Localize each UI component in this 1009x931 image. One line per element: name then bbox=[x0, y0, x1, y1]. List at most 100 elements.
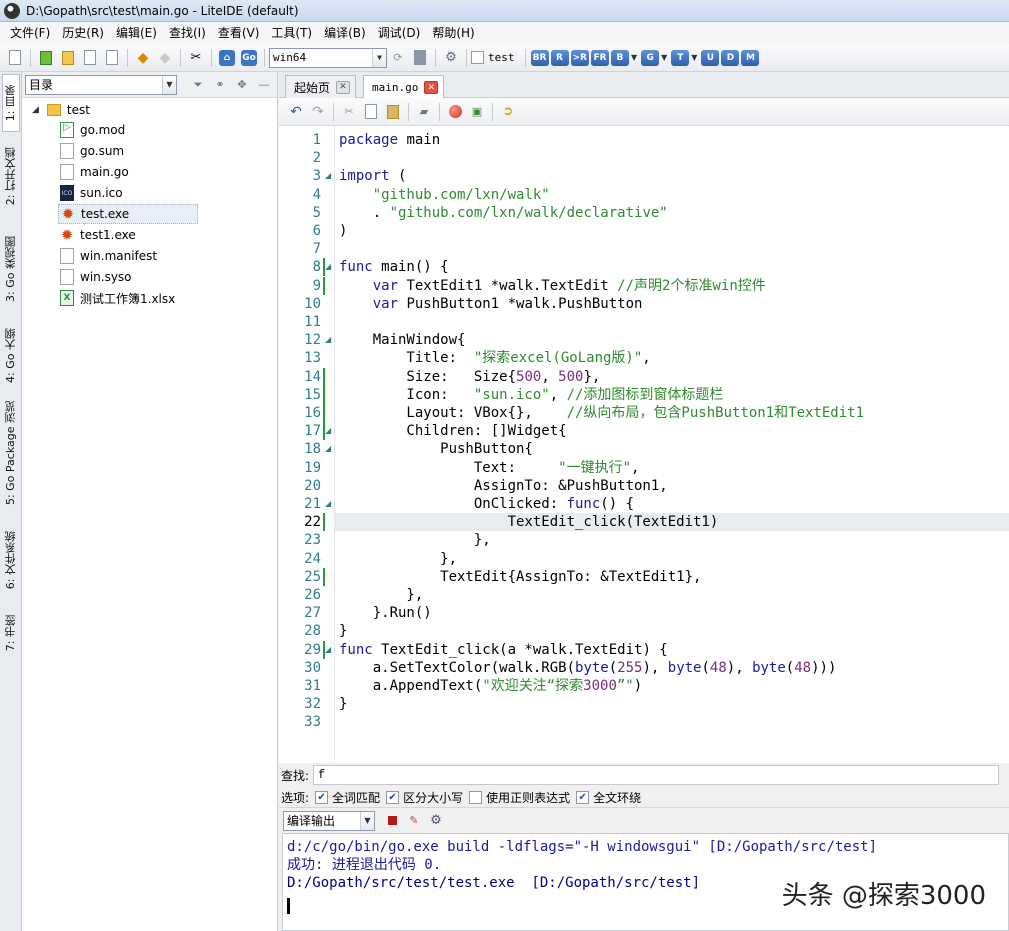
sidebar-tab-class-view[interactable]: 3: Go 类视图 bbox=[2, 222, 20, 316]
goto-button[interactable]: ▣ bbox=[468, 103, 486, 121]
sidebar-tab-package-browser[interactable]: 5: Go Package 浏览 bbox=[2, 394, 20, 512]
menu-find[interactable]: 查找(I) bbox=[163, 22, 212, 44]
line-number: 21 bbox=[304, 496, 321, 512]
collapse-button[interactable]: — bbox=[255, 76, 273, 94]
run-term-button[interactable]: >R bbox=[570, 49, 589, 66]
output-settings-button[interactable]: ⚙ bbox=[427, 812, 445, 830]
tree-item-main-go[interactable]: main.go bbox=[60, 162, 129, 182]
get-button[interactable]: G bbox=[641, 49, 660, 66]
breakpoint-button[interactable] bbox=[446, 103, 464, 121]
build-output[interactable]: d:/c/go/bin/go.exe build -ldflags="-H wi… bbox=[282, 833, 1009, 931]
sidebar-tab-filesystem[interactable]: 6: 文件系统 bbox=[2, 518, 20, 602]
save-button[interactable] bbox=[81, 49, 99, 67]
line-number: 16 bbox=[304, 405, 321, 421]
chevron-down-icon[interactable]: ▼ bbox=[631, 53, 637, 62]
regex-option[interactable]: 使用正则表达式 bbox=[469, 789, 570, 806]
sidebar-tab-open-docs[interactable]: 2: 打开文档 bbox=[2, 136, 20, 216]
wrap-around-checkbox[interactable]: ✔ bbox=[576, 790, 590, 804]
whole-word-checkbox[interactable]: ✔ bbox=[315, 790, 329, 804]
test-checkbox[interactable] bbox=[471, 51, 484, 64]
run-button[interactable]: R bbox=[550, 49, 569, 66]
output-select[interactable]: 编译输出 ▼ bbox=[283, 810, 375, 831]
menu-file[interactable]: 文件(F) bbox=[4, 22, 56, 44]
back-button[interactable]: ◆ bbox=[134, 49, 152, 67]
test-button[interactable]: T bbox=[671, 49, 690, 66]
tree-item-xlsx[interactable]: X 测试工作簿1.xlsx bbox=[60, 288, 175, 308]
close-icon[interactable]: ✕ bbox=[424, 81, 439, 94]
make-button[interactable]: M bbox=[741, 49, 760, 66]
menu-tools[interactable]: 工具(T) bbox=[265, 22, 318, 44]
tree-item-go-mod[interactable]: go.mod bbox=[60, 120, 125, 140]
filter-button[interactable]: ⏷ bbox=[189, 76, 207, 94]
open-file-button[interactable] bbox=[37, 49, 55, 67]
debug-button[interactable]: D bbox=[721, 49, 740, 66]
build-button[interactable]: B bbox=[610, 49, 629, 66]
new-file-button[interactable] bbox=[6, 49, 24, 67]
fold-toggle-icon[interactable]: ◢ bbox=[325, 331, 331, 349]
code-editor[interactable]: 1 2 3 ◢ 4 5 6 7 8 ◢ 9 10 11 12 ◢ 13 14 15 16 17 ◢ 18 ◢ 19 20 21 ◢ 2… bbox=[279, 126, 1009, 763]
stop-button[interactable] bbox=[383, 812, 401, 830]
tab-start-page[interactable]: 起始页 ✕ bbox=[285, 75, 357, 98]
menu-help[interactable]: 帮助(H) bbox=[426, 22, 480, 44]
fold-toggle-icon[interactable]: ◢ bbox=[325, 167, 331, 185]
toolbar-separator bbox=[30, 48, 31, 67]
view-select[interactable]: 目录 ▼ bbox=[25, 74, 177, 95]
window-title: D:\Gopath\src\test\main.go - LiteIDE (de… bbox=[26, 3, 299, 18]
tree-item-test1-exe[interactable]: ✹ test1.exe bbox=[60, 225, 136, 245]
output-line: 成功: 进程退出代码 0. bbox=[287, 857, 442, 873]
undo-button[interactable]: ↶ bbox=[287, 103, 305, 121]
menu-debug[interactable]: 调试(D) bbox=[372, 22, 427, 44]
close-icon[interactable]: ✕ bbox=[336, 80, 351, 94]
line-number: 22 bbox=[304, 514, 321, 531]
find-input[interactable] bbox=[313, 765, 1000, 785]
build-config-button[interactable]: ⚙ bbox=[442, 49, 460, 67]
fold-toggle-icon[interactable]: ◢ bbox=[325, 422, 331, 440]
home-button[interactable]: ⌂ bbox=[218, 49, 236, 67]
update-button[interactable]: U bbox=[701, 49, 720, 66]
save-all-button[interactable] bbox=[103, 49, 121, 67]
sidebar-tab-bookmarks[interactable]: 7: 书签 bbox=[2, 606, 20, 660]
menu-edit[interactable]: 编辑(E) bbox=[110, 22, 163, 44]
tree-root[interactable]: ◢ test bbox=[32, 100, 90, 120]
redo-button[interactable]: ↷ bbox=[309, 103, 327, 121]
sidebar-tab-directory[interactable]: 1: 目录 bbox=[2, 74, 20, 132]
menu-history[interactable]: 历史(R) bbox=[56, 22, 110, 44]
fold-toggle-icon[interactable]: ◢ bbox=[325, 440, 331, 458]
menu-view[interactable]: 查看(V) bbox=[212, 22, 266, 44]
tab-main-go[interactable]: main.go ✕ bbox=[363, 75, 445, 99]
paste-button[interactable] bbox=[384, 103, 402, 121]
chevron-down-icon[interactable]: ▼ bbox=[661, 53, 667, 62]
sidebar-tab-outline[interactable]: 4: Go 大纲 bbox=[2, 320, 20, 390]
step-button[interactable]: ➲ bbox=[499, 103, 517, 121]
tools-button[interactable]: ✂ bbox=[187, 49, 205, 67]
regex-checkbox[interactable] bbox=[469, 790, 483, 804]
tree-item-go-sum[interactable]: go.sum bbox=[60, 141, 124, 161]
tree-item-test-exe[interactable]: ✹ test.exe bbox=[58, 204, 198, 224]
forward-button[interactable]: ◆ bbox=[156, 49, 174, 67]
tree-item-win-syso[interactable]: win.syso bbox=[60, 267, 132, 287]
clear-output-button[interactable]: ✎ bbox=[405, 812, 423, 830]
fold-toggle-icon[interactable]: ◢ bbox=[325, 495, 331, 513]
sync-button[interactable]: ⚭ bbox=[211, 76, 229, 94]
match-case-option[interactable]: ✔ 区分大小写 bbox=[386, 789, 463, 806]
build-run-button[interactable]: BR bbox=[530, 49, 549, 66]
edit-env-button[interactable] bbox=[411, 49, 429, 67]
open-folder-button[interactable] bbox=[59, 49, 77, 67]
expand-button[interactable]: ✥ bbox=[233, 76, 251, 94]
tree-item-sun-ico[interactable]: ICO sun.ico bbox=[60, 183, 123, 203]
go-button[interactable]: Go bbox=[240, 49, 258, 67]
wrap-around-option[interactable]: ✔ 全文环绕 bbox=[576, 789, 641, 806]
copy-button[interactable] bbox=[362, 103, 380, 121]
lock-button[interactable]: ▰ bbox=[415, 103, 433, 121]
chevron-down-icon[interactable]: ▼ bbox=[691, 53, 697, 62]
file-run-button[interactable]: FR bbox=[590, 49, 609, 66]
menu-build[interactable]: 编译(B) bbox=[318, 22, 372, 44]
reload-env-button[interactable]: ⟳ bbox=[389, 49, 407, 67]
whole-word-option[interactable]: ✔ 全词匹配 bbox=[315, 789, 380, 806]
fold-toggle-icon[interactable]: ◢ bbox=[325, 641, 331, 659]
tree-item-win-manifest[interactable]: win.manifest bbox=[60, 246, 157, 266]
cut-button[interactable]: ✂ bbox=[340, 103, 358, 121]
env-select[interactable]: win64 ▼ bbox=[269, 47, 387, 68]
fold-toggle-icon[interactable]: ◢ bbox=[325, 258, 331, 276]
match-case-checkbox[interactable]: ✔ bbox=[386, 790, 400, 804]
